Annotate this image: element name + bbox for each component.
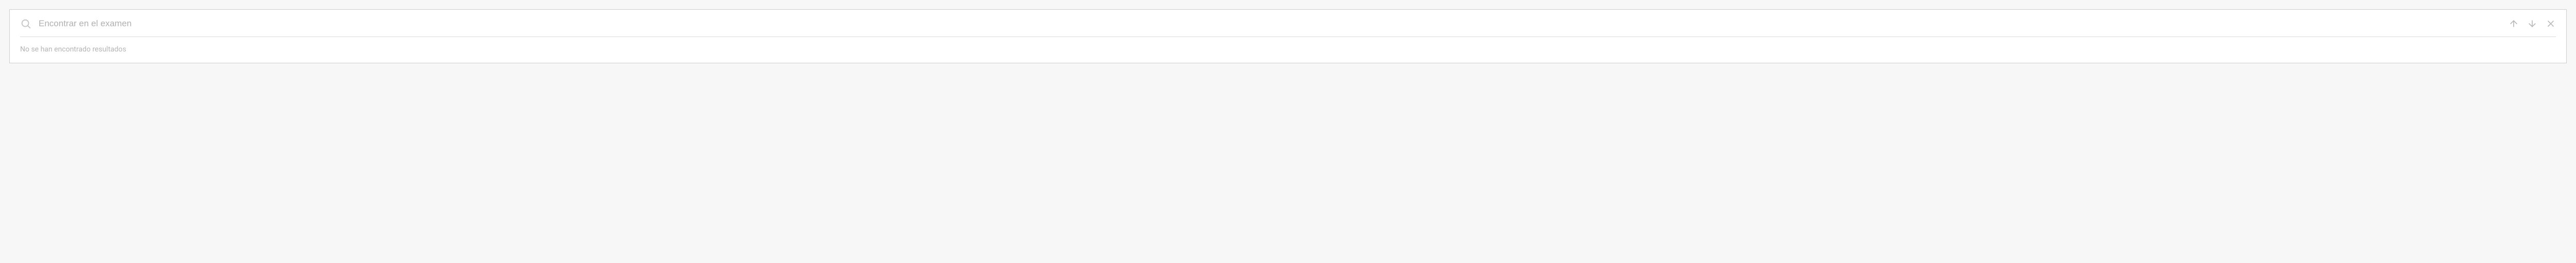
close-search-button[interactable]	[2546, 19, 2556, 29]
search-icon	[20, 18, 31, 29]
search-status-text: No se han encontrado resultados	[20, 37, 2556, 54]
next-result-button[interactable]	[2527, 19, 2537, 29]
find-in-exam-panel: No se han encontrado resultados	[9, 9, 2567, 63]
search-row	[20, 18, 2556, 37]
prev-result-button[interactable]	[2509, 19, 2519, 29]
search-nav-controls	[2509, 19, 2556, 29]
find-input[interactable]	[39, 19, 2501, 29]
